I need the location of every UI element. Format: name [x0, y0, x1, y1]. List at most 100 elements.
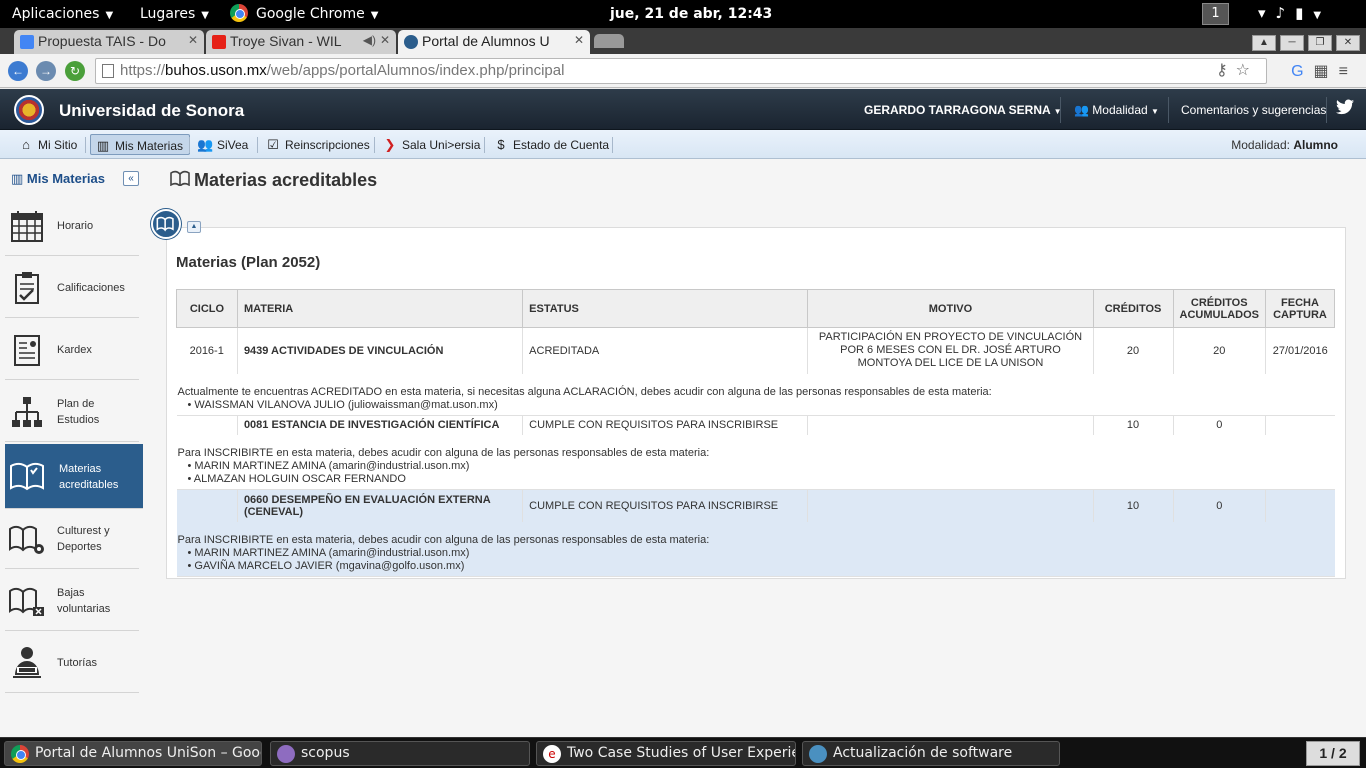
forward-icon[interactable]: →: [36, 61, 56, 81]
university-seal-logo[interactable]: [14, 95, 44, 125]
wifi-icon: ▾: [1258, 4, 1276, 22]
table-header-row: CICLO MATERIA ESTATUS MOTIVO CRÉDITOS CR…: [176, 289, 1336, 328]
youtube-icon: [212, 35, 226, 49]
task-two-case-studies[interactable]: e Two Case Studies of User Experie...: [536, 741, 796, 766]
book-icon: [151, 209, 181, 239]
menu-estado-de-cuenta[interactable]: $ Estado de Cuenta: [489, 134, 615, 155]
tab-label: Propuesta TAIS - Do: [38, 33, 166, 49]
menu-mi-sitio[interactable]: ⌂ Mi Sitio: [14, 134, 83, 155]
translate-icon[interactable]: G: [1291, 63, 1313, 80]
clock[interactable]: jue, 21 de abr, 12:43: [610, 6, 772, 22]
collapse-sidebar-button[interactable]: «: [123, 171, 139, 186]
tab-troye-sivan[interactable]: Troye Sivan - WIL ◀) ✕: [206, 30, 396, 54]
university-name[interactable]: Universidad de Sonora: [59, 101, 244, 121]
books-icon: ▥: [11, 171, 24, 186]
address-bar[interactable]: https://buhos.uson.mx/web/apps/portalAlu…: [95, 58, 1267, 84]
menu-sivea[interactable]: 👥 SiVea: [193, 134, 254, 155]
sidebar-item-kardex[interactable]: Kardex: [5, 320, 139, 380]
extension-icon[interactable]: ▦: [1314, 63, 1339, 80]
column-header[interactable]: CRÉDITOS ACUMULADOS: [1172, 289, 1266, 328]
tutor-icon: [13, 647, 41, 678]
close-window-icon[interactable]: ✕: [1336, 35, 1360, 51]
folder-icon: [277, 745, 295, 763]
modalidad-menu-label: Modalidad: [1092, 103, 1148, 117]
responsables-note-row: Para INSCRIBIRTE en esta materia, debes …: [176, 521, 1335, 577]
column-header[interactable]: ESTATUS: [522, 289, 809, 328]
cell-materia: 0081 ESTANCIA DE INVESTIGACIÓN CIENTÍFIC…: [237, 415, 524, 435]
panel-collapse-toggle[interactable]: ▲: [187, 221, 201, 233]
contact-item: • MARIN MARTINEZ AMINA (amarin@industria…: [187, 460, 470, 472]
tab-portal-alumnos[interactable]: Portal de Alumnos U ✕: [398, 30, 590, 54]
contact-item: • ALMAZAN HOLGUIN OSCAR FERNANDO: [187, 473, 406, 485]
column-header[interactable]: CRÉDITOS: [1092, 289, 1174, 328]
table-row[interactable]: 0081 ESTANCIA DE INVESTIGACIÓN CIENTÍFIC…: [176, 415, 1335, 435]
comments-link[interactable]: Comentarios y sugerencias: [1181, 103, 1326, 117]
cell-creditos: 10: [1093, 415, 1174, 435]
menu-divider: [374, 137, 375, 153]
menu-sala-universia[interactable]: ❯ Sala Uni>ersia: [378, 134, 486, 155]
gnome-top-bar: Aplicaciones ▼ Lugares ▼ Google Chrome ▼ ju…: [0, 0, 1366, 28]
key-icon[interactable]: ⚷: [1216, 62, 1236, 79]
close-icon[interactable]: ✕: [380, 33, 390, 47]
sidebar-item-horario[interactable]: Horario: [5, 196, 139, 256]
chrome-icon: [11, 745, 29, 763]
sidebar-item-calificaciones[interactable]: Calificaciones: [5, 258, 139, 318]
chrome-menu-icon[interactable]: ≡: [1339, 63, 1358, 80]
menu-reinscripciones[interactable]: ☑ Reinscripciones: [261, 134, 376, 155]
content-area: ▥ Mis Materias « Horario Calificaciones …: [0, 159, 1366, 737]
task-actualizacion-software[interactable]: Actualización de software: [802, 741, 1060, 766]
column-header[interactable]: CICLO: [176, 289, 238, 328]
system-status-area[interactable]: ▾♪▮▼: [1258, 4, 1331, 22]
minimize-icon[interactable]: ─: [1280, 35, 1304, 51]
sidebar-item-culturest[interactable]: Culturest y Deportes: [5, 509, 139, 569]
sidebar-item-tutorias[interactable]: Tutorías: [5, 633, 139, 693]
responsables-note: Para INSCRIBIRTE en esta materia, debes …: [176, 435, 1335, 490]
page-title: Materias acreditables: [170, 170, 377, 191]
calendar-icon: [11, 211, 43, 242]
table-row[interactable]: 0660 DESEMPEÑO EN EVALUACIÓN EXTERNA (CE…: [176, 489, 1335, 522]
chevron-down-icon: ▼: [370, 10, 379, 21]
menu-mis-materias[interactable]: ▥ Mis Materias: [90, 134, 191, 155]
back-icon[interactable]: ←: [8, 61, 28, 81]
places-menu[interactable]: Lugares ▼: [140, 6, 209, 22]
window-list-taskbar: Portal de Alumnos UniSon – Goog... scopu…: [0, 737, 1366, 768]
sidebar-item-bajas-voluntarias[interactable]: Bajas voluntarias: [5, 571, 139, 631]
column-header[interactable]: MATERIA: [236, 289, 524, 328]
menu-label: Reinscripciones: [285, 138, 370, 152]
user-menu[interactable]: GERARDO TARRAGONA SERNA ▼: [864, 103, 1062, 117]
panel-header-line: [201, 227, 1346, 228]
workspace-pager[interactable]: 1 / 2: [1306, 741, 1360, 766]
task-label: scopus: [301, 745, 350, 761]
header-divider: [1326, 97, 1327, 123]
places-label: Lugares: [140, 6, 196, 22]
user-profile-icon[interactable]: ▲: [1252, 35, 1276, 51]
twitter-icon[interactable]: [1336, 99, 1354, 115]
bookmark-star-icon[interactable]: ☆: [1236, 62, 1258, 79]
table-row[interactable]: 2016-1 9439 ACTIVIDADES DE VINCULACIÓN A…: [176, 327, 1335, 374]
task-scopus[interactable]: scopus: [270, 741, 530, 766]
reload-icon[interactable]: ↻: [65, 61, 85, 81]
modalidad-menu[interactable]: 👥 Modalidad ▼: [1074, 103, 1159, 117]
sidebar-item-materias-acreditables[interactable]: Materias acreditables: [5, 444, 143, 509]
clipboard-check-icon: ☑: [267, 137, 279, 152]
applications-menu[interactable]: Aplicaciones ▼: [12, 6, 113, 22]
workspace-indicator[interactable]: 1: [1202, 3, 1229, 25]
column-header[interactable]: FECHA CAPTURA: [1264, 289, 1336, 328]
menu-label: Estado de Cuenta: [513, 138, 610, 152]
tab-propuesta[interactable]: Propuesta TAIS - Do ✕: [14, 30, 204, 54]
column-header[interactable]: MOTIVO: [807, 289, 1094, 328]
close-icon[interactable]: ✕: [188, 33, 198, 47]
cell-ciclo: 2016-1: [176, 327, 238, 374]
close-icon[interactable]: ✕: [574, 33, 584, 47]
cell-ciclo: [176, 415, 238, 435]
cell-estatus: CUMPLE CON REQUISITOS PARA INSCRIBIRSE: [522, 415, 809, 435]
home-icon: ⌂: [22, 137, 30, 152]
sidebar-item-plan-de-estudios[interactable]: Plan de Estudios: [5, 382, 139, 442]
maximize-icon[interactable]: ❐: [1308, 35, 1332, 51]
new-tab-button[interactable]: [594, 34, 624, 48]
modalidad-indicator-value: Alumno: [1293, 138, 1338, 152]
note-text: Para INSCRIBIRTE en esta materia, debes …: [177, 447, 710, 459]
app-menu[interactable]: Google Chrome ▼: [230, 4, 378, 22]
task-portal-alumnos[interactable]: Portal de Alumnos UniSon – Goog...: [4, 741, 262, 766]
url-domain: buhos.uson.mx: [165, 62, 267, 79]
